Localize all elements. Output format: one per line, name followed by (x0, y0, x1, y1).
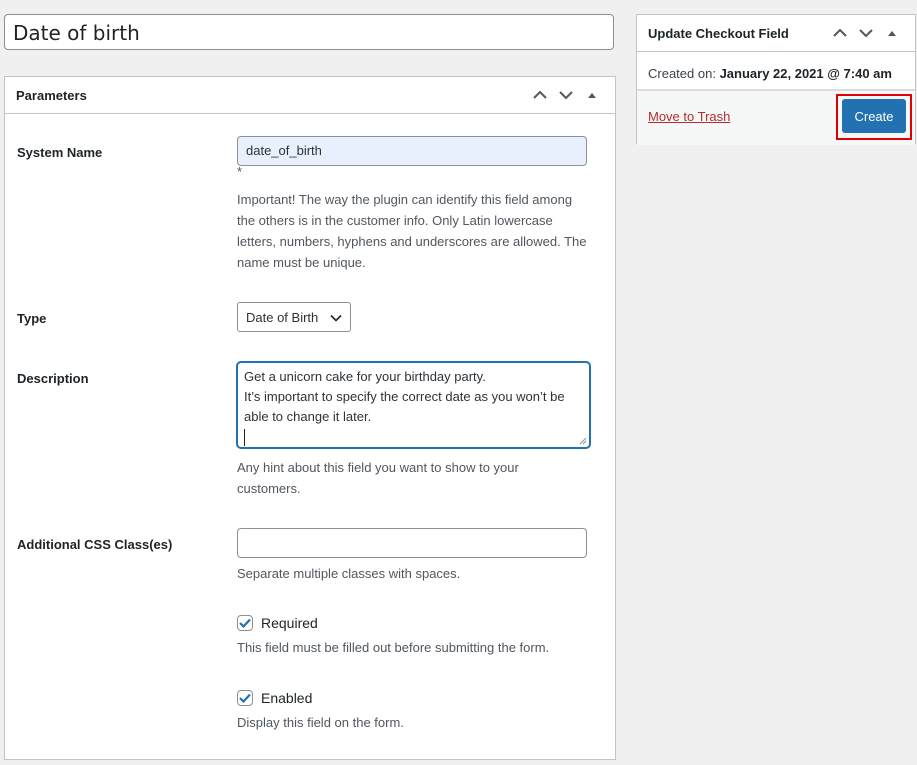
required-label: Required (261, 615, 318, 631)
required-asterisk: * (237, 164, 243, 179)
required-option[interactable]: Required (237, 615, 318, 631)
system-name-input[interactable]: date_of_birth (237, 136, 587, 166)
update-checkout-field-box: Update Checkout Field Created on: Januar… (636, 14, 916, 145)
checkmark-icon (239, 618, 251, 628)
created-on-value: January 22, 2021 @ 7:40 am (719, 66, 892, 81)
description-label: Description (17, 371, 89, 386)
type-select-value: Date of Birth (246, 309, 319, 325)
move-down-icon[interactable] (854, 21, 878, 45)
created-on-meta: Created on: January 22, 2021 @ 7:40 am (637, 52, 915, 90)
move-down-icon[interactable] (554, 83, 578, 107)
parameters-box: Parameters System Name date_of_birth * I… (4, 76, 616, 760)
required-checkbox[interactable] (237, 615, 253, 631)
create-button[interactable]: Create (842, 99, 906, 133)
description-line-2: It’s important to specify the correct da… (244, 389, 565, 424)
system-name-label: System Name (17, 145, 103, 160)
enabled-checkbox[interactable] (237, 690, 253, 706)
css-classes-help: Separate multiple classes with spaces. (237, 566, 461, 581)
checkmark-icon (239, 693, 251, 703)
description-help: Any hint about this field you want to sh… (237, 460, 519, 496)
parameters-box-title: Parameters (16, 87, 87, 103)
required-help: This field must be filled out before sub… (237, 640, 550, 655)
css-classes-label: Additional CSS Class(es) (17, 537, 173, 552)
text-cursor (244, 429, 245, 447)
enabled-option[interactable]: Enabled (237, 690, 312, 706)
description-textarea[interactable]: Get a unicorn cake for your birthday par… (237, 362, 590, 448)
resize-handle-icon[interactable] (579, 437, 587, 445)
parameters-box-header: Parameters (5, 77, 615, 114)
type-label: Type (17, 311, 47, 326)
field-title-input[interactable]: Date of birth (4, 14, 614, 50)
chevron-down-icon (330, 310, 342, 325)
move-up-icon[interactable] (528, 83, 552, 107)
collapse-toggle-icon[interactable] (580, 83, 604, 107)
publishing-actions: Move to Trash Create (637, 90, 915, 145)
type-select[interactable]: Date of Birth (237, 302, 351, 332)
move-to-trash-link[interactable]: Move to Trash (648, 109, 730, 124)
css-classes-input[interactable] (237, 528, 587, 558)
update-box-controls (828, 21, 904, 45)
parameters-box-controls (528, 83, 604, 107)
update-box-header: Update Checkout Field (637, 15, 915, 52)
created-on-label: Created on: (648, 66, 716, 81)
enabled-label: Enabled (261, 690, 313, 706)
collapse-toggle-icon[interactable] (880, 21, 904, 45)
enabled-help: Display this field on the form. (237, 715, 404, 730)
move-up-icon[interactable] (828, 21, 852, 45)
system-name-help: Important! The way the plugin can identi… (237, 192, 587, 270)
update-box-title: Update Checkout Field (648, 25, 789, 41)
description-line-1: Get a unicorn cake for your birthday par… (244, 369, 486, 384)
